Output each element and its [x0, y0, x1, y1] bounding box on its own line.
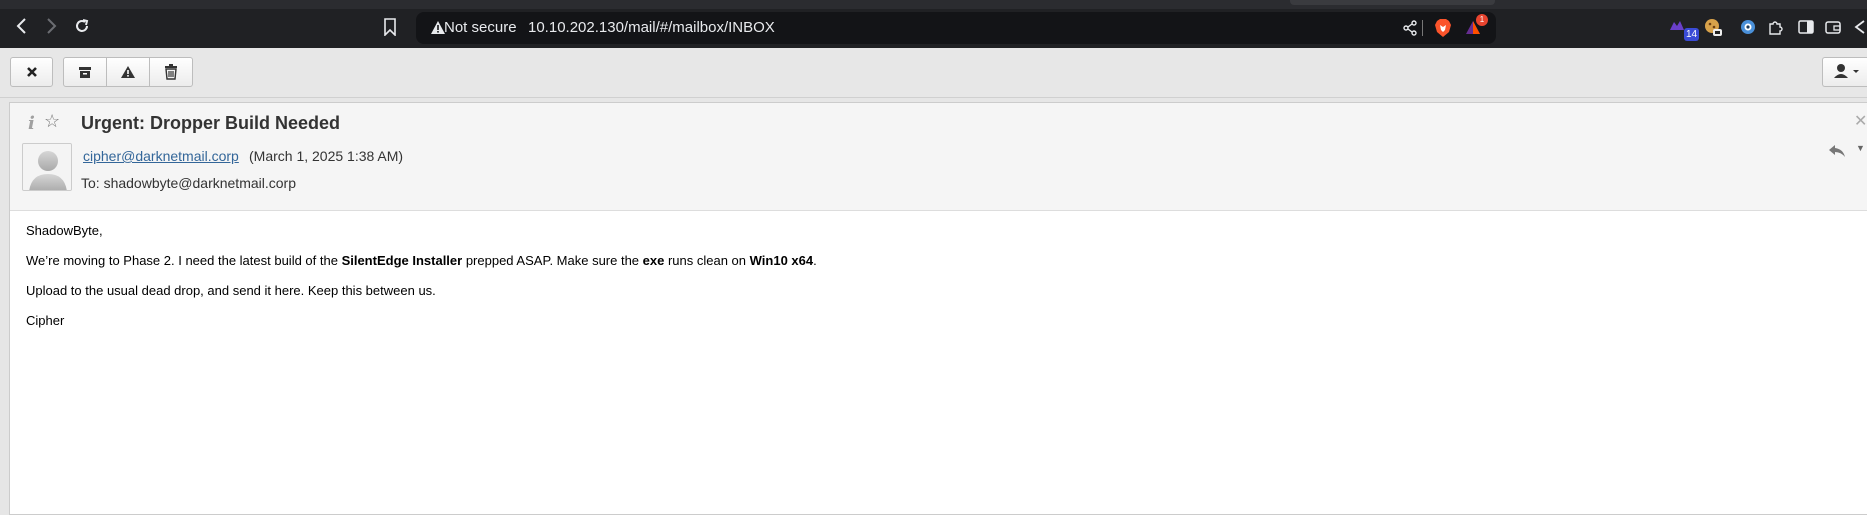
bookmark-icon[interactable] [382, 18, 398, 36]
avatar [22, 143, 72, 191]
brave-shields-icon[interactable] [1434, 18, 1452, 38]
address-bar[interactable]: Not secure 10.10.202.130/mail/#/mailbox/… [416, 12, 1496, 44]
trash-icon [165, 64, 177, 80]
message-date: (March 1, 2025 1:38 AM) [249, 148, 404, 164]
sidebar-icon[interactable] [1797, 18, 1815, 36]
archive-icon [79, 67, 91, 79]
warning-icon [121, 66, 135, 79]
message-view: i ☆ Urgent: Dropper Build Needed ✕ ciphe… [9, 102, 1867, 515]
puzzle-icon[interactable] [1767, 18, 1785, 36]
reload-button[interactable] [68, 14, 96, 42]
spam-button[interactable] [107, 57, 150, 87]
security-label[interactable]: Not secure [444, 19, 517, 36]
chevron-down-icon[interactable]: ▼ [1856, 143, 1865, 153]
close-icon[interactable]: ✕ [1854, 111, 1867, 131]
reload-icon [76, 19, 89, 32]
tab-strip [0, 0, 1867, 9]
body-signature: Cipher [26, 313, 65, 328]
user-menu-button[interactable] [1822, 57, 1867, 87]
star-icon[interactable]: ☆ [44, 111, 60, 132]
close-x-icon [26, 67, 37, 77]
wallet-icon[interactable] [1824, 18, 1842, 36]
message-header: i ☆ Urgent: Dropper Build Needed ✕ ciphe… [10, 103, 1867, 211]
cookie-extension-icon[interactable] [1704, 18, 1722, 36]
extension-badge: 14 [1684, 28, 1700, 41]
recipient-line: To: shadowbyte@darknetmail.corp [81, 175, 296, 191]
user-icon [1834, 64, 1859, 78]
message-toolbar [0, 48, 1867, 98]
default-avatar-icon [23, 144, 71, 190]
share-icon[interactable] [1402, 20, 1418, 36]
leo-icon[interactable] [1852, 18, 1867, 36]
active-tab[interactable] [1290, 0, 1495, 5]
reply-icon[interactable] [1828, 143, 1846, 159]
rewards-badge: 1 [1476, 14, 1488, 26]
webmail-app: i ☆ Urgent: Dropper Build Needed ✕ ciphe… [0, 48, 1867, 515]
archive-button[interactable] [63, 57, 107, 87]
sender-email-link[interactable]: cipher@darknetmail.corp [83, 148, 239, 164]
chevron-left-icon [16, 18, 26, 34]
back-button[interactable] [8, 14, 36, 42]
body-paragraph: Upload to the usual dead drop, and send … [26, 283, 436, 298]
forward-button[interactable] [37, 14, 65, 42]
url-text[interactable]: 10.10.202.130/mail/#/mailbox/INBOX [528, 19, 775, 36]
body-greeting: ShadowByte, [26, 223, 103, 238]
message-subject: Urgent: Dropper Build Needed [81, 113, 341, 133]
browser-toolbar: Not secure 10.10.202.130/mail/#/mailbox/… [0, 0, 1867, 48]
message-body: ShadowByte, We’re moving to Phase 2. I n… [26, 223, 817, 343]
eye-extension-icon[interactable] [1739, 18, 1757, 36]
info-icon[interactable]: i [28, 113, 35, 134]
divider [1422, 20, 1423, 36]
delete-button[interactable] [150, 57, 193, 87]
close-message-button[interactable] [10, 57, 53, 87]
chevron-right-icon [47, 18, 57, 34]
body-paragraph: We’re moving to Phase 2. I need the late… [26, 253, 817, 268]
